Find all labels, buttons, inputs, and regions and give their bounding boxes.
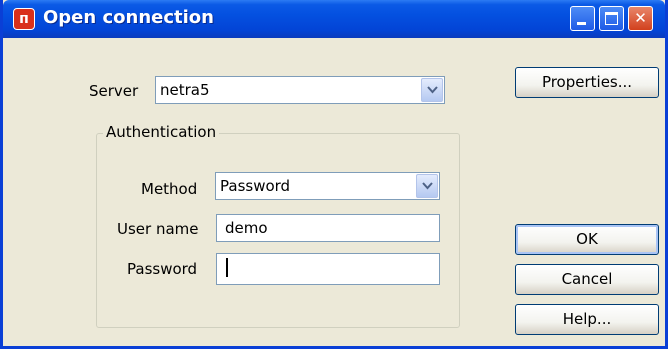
method-label: Method	[141, 180, 198, 198]
server-combobox[interactable]: netra5	[155, 76, 445, 104]
open-connection-dialog: ᴨ Open connection ✕ Server netra5 Authen…	[0, 0, 668, 349]
help-button[interactable]: Help...	[515, 304, 659, 335]
chevron-down-icon	[422, 182, 433, 190]
title-bar[interactable]: ᴨ Open connection ✕	[3, 0, 665, 38]
method-value: Password	[220, 177, 291, 195]
chevron-down-icon	[427, 86, 438, 94]
ok-button[interactable]: OK	[515, 224, 659, 255]
minimize-button[interactable]	[570, 6, 595, 31]
text-caret	[226, 258, 228, 277]
cancel-button[interactable]: Cancel	[515, 264, 659, 295]
method-combobox[interactable]: Password	[215, 172, 440, 200]
close-icon: ✕	[634, 9, 647, 27]
password-field[interactable]	[216, 253, 440, 285]
app-logo-icon: ᴨ	[13, 8, 35, 30]
method-dropdown-button[interactable]	[416, 174, 438, 198]
server-label: Server	[89, 82, 139, 100]
authentication-group-title: Authentication	[103, 123, 220, 141]
username-label: User name	[117, 220, 199, 238]
password-label: Password	[127, 260, 198, 278]
username-field[interactable]: demo	[216, 214, 440, 242]
maximize-button[interactable]	[599, 6, 624, 31]
properties-button[interactable]: Properties...	[515, 67, 659, 98]
window-title: Open connection	[43, 7, 214, 28]
server-value: netra5	[160, 81, 210, 99]
username-value: demo	[225, 219, 268, 237]
close-button[interactable]: ✕	[628, 6, 653, 31]
server-dropdown-button[interactable]	[421, 78, 443, 102]
